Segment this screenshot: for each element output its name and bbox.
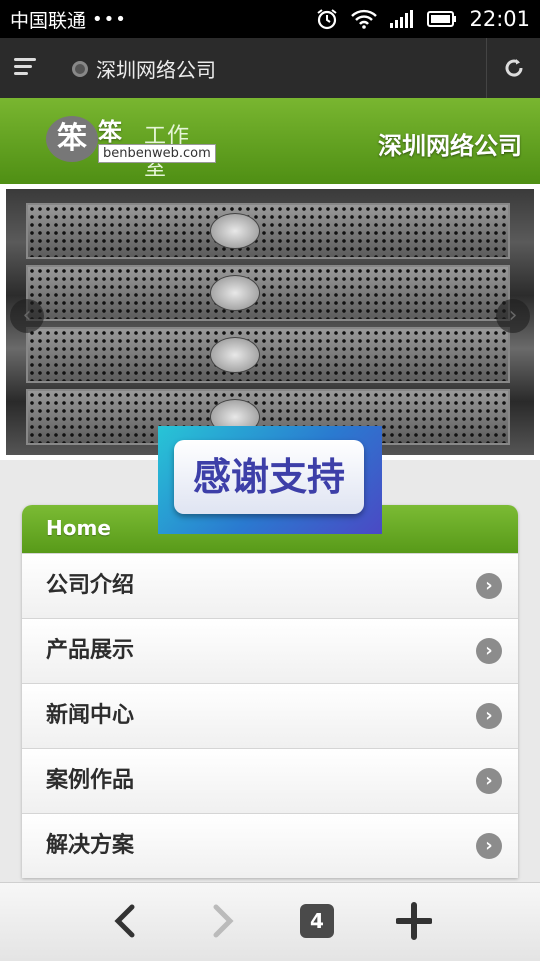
chevron-right-icon: › <box>476 573 502 599</box>
site-header: 笨 笨 工作室 benbenweb.com 深圳网络公司 <box>0 98 540 184</box>
site-logo[interactable]: 笨 笨 工作室 benbenweb.com <box>46 112 216 181</box>
address-bar[interactable]: 深圳网络公司 <box>72 54 216 83</box>
thanks-banner-text: 感谢支持 <box>174 440 364 514</box>
status-bar: 中国联通 ••• 22:01 <box>0 0 540 38</box>
rack-unit <box>26 265 510 321</box>
chevron-right-icon: › <box>476 638 502 664</box>
thanks-banner[interactable]: 感谢支持 <box>158 426 382 534</box>
image-slider[interactable]: ‹ › <box>0 184 540 460</box>
chevron-right-icon: › <box>476 833 502 859</box>
rack-unit <box>26 203 510 259</box>
carrier-label: 中国联通 <box>10 9 87 32</box>
tab-count: 4 <box>300 904 334 938</box>
logo-main-text: 笨 <box>98 118 122 146</box>
toolbar-divider <box>486 38 487 98</box>
slider-next-button[interactable]: › <box>496 299 530 333</box>
wifi-icon <box>351 9 378 29</box>
battery-icon <box>427 11 457 27</box>
chevron-right-icon: › <box>476 768 502 794</box>
list-item[interactable]: 解决方案 › <box>22 813 518 878</box>
menu-icon[interactable] <box>14 58 36 76</box>
slider-prev-button[interactable]: ‹ <box>10 299 44 333</box>
loading-icon <box>72 60 88 77</box>
forward-icon[interactable] <box>208 901 238 941</box>
list-item[interactable]: 产品展示 › <box>22 618 518 683</box>
bottom-toolbar: 4 <box>0 882 540 961</box>
list-item-label: 产品展示 <box>46 638 135 663</box>
list-item-label: 新闻中心 <box>46 703 135 728</box>
alarm-icon <box>317 9 338 30</box>
new-tab-icon[interactable] <box>396 901 432 941</box>
page-title: 深圳网络公司 <box>96 58 216 82</box>
back-icon[interactable] <box>110 901 140 941</box>
logo-url: benbenweb.com <box>98 144 216 163</box>
chevron-right-icon: › <box>476 703 502 729</box>
nav-list: Home 公司介绍 › 产品展示 › 新闻中心 › 案例作品 › 解决方案 › <box>22 505 518 878</box>
notification-dots: ••• <box>92 8 127 30</box>
server-rack-image: ‹ › <box>6 189 534 455</box>
browser-toolbar: 深圳网络公司 <box>0 38 540 98</box>
header-title: 深圳网络公司 <box>378 132 522 160</box>
list-item[interactable]: 公司介绍 › <box>22 553 518 618</box>
list-item-label: 解决方案 <box>46 833 135 858</box>
signal-icon <box>390 10 414 28</box>
list-item[interactable]: 案例作品 › <box>22 748 518 813</box>
tabs-button[interactable]: 4 <box>300 904 334 944</box>
refresh-icon[interactable] <box>502 56 526 80</box>
clock: 22:01 <box>469 7 530 31</box>
rack-unit <box>26 327 510 383</box>
list-item[interactable]: 新闻中心 › <box>22 683 518 748</box>
list-item-label: 公司介绍 <box>46 573 135 598</box>
logo-mark: 笨 <box>46 116 98 162</box>
list-item-label: 案例作品 <box>46 768 135 793</box>
